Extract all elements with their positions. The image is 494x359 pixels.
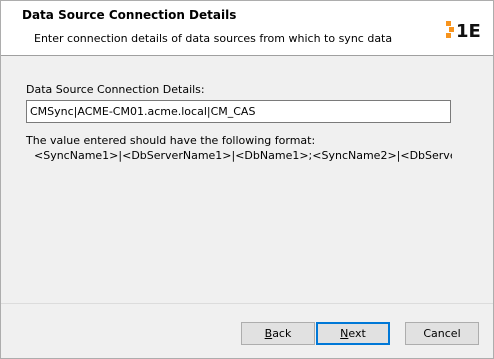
page-title: Data Source Connection Details [22, 8, 237, 22]
logo-mark-icon [446, 21, 454, 38]
back-button-label: ack [272, 327, 292, 340]
next-button[interactable]: Next [316, 322, 390, 345]
format-hint-text: The value entered should have the follow… [26, 134, 316, 147]
next-button-label: ext [348, 327, 366, 340]
brand-logo: 1E [444, 18, 484, 40]
format-example-text: <SyncName1>|<DbServerName1>|<DbName1>;<S… [34, 149, 452, 162]
connection-details-input[interactable] [26, 100, 451, 123]
connection-details-label: Data Source Connection Details: [26, 83, 205, 96]
back-button[interactable]: Back [241, 322, 315, 345]
cancel-button[interactable]: Cancel [405, 322, 479, 345]
page-subtitle: Enter connection details of data sources… [34, 32, 393, 45]
wizard-window: Data Source Connection Details Enter con… [0, 0, 494, 359]
logo-text: 1E [456, 21, 481, 40]
wizard-body: Data Source Connection Details: The valu… [1, 57, 493, 302]
wizard-header: Data Source Connection Details Enter con… [1, 1, 493, 56]
footer-separator [1, 303, 493, 304]
